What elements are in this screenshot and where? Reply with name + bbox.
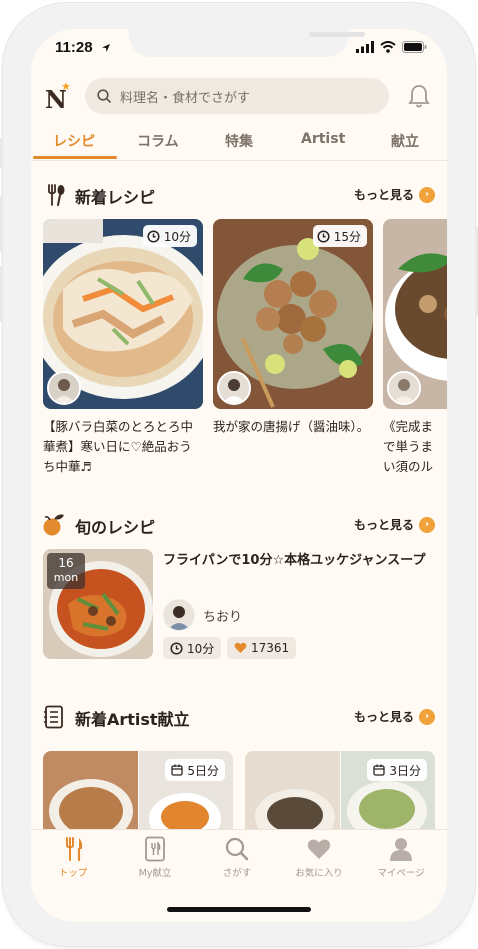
tab-feature[interactable]: 特集 bbox=[225, 131, 253, 151]
artist-menu-card[interactable]: 3日分 bbox=[245, 751, 435, 841]
clock-icon bbox=[170, 641, 183, 655]
recipe-card[interactable]: 15分 我が家の唐揚げ（醤油味）。 bbox=[213, 219, 373, 477]
search-placeholder: 料理名・食材でさがす bbox=[120, 90, 251, 106]
nav-my-menu[interactable]: My献立 bbox=[115, 836, 195, 879]
chevron-right-icon: › bbox=[419, 708, 435, 725]
app-screen: 11:28 N ★ 料理名・食材でさがす レシピ コラム 特集 Artist 献… bbox=[31, 29, 447, 922]
chevron-right-icon: › bbox=[419, 186, 435, 203]
section-title: 新着レシピ bbox=[75, 188, 156, 207]
clock-icon bbox=[147, 229, 160, 243]
author-avatar bbox=[163, 599, 195, 631]
more-label: もっと見る bbox=[353, 710, 414, 724]
recipe-card[interactable]: 《完成まで単うまい須のルー bbox=[383, 219, 447, 477]
artist-menus-header: 新着Artist献立 もっと見る › bbox=[41, 703, 437, 731]
person-icon bbox=[390, 838, 412, 861]
date-tag: 16 mon bbox=[47, 553, 85, 589]
category-tabs: レシピ コラム 特集 Artist 献立 bbox=[31, 125, 447, 161]
time-label: 15分 bbox=[333, 229, 361, 244]
location-arrow-icon bbox=[102, 44, 110, 52]
nav-search[interactable]: さがす bbox=[197, 836, 277, 879]
active-tab-indicator bbox=[33, 156, 117, 159]
days-badge: 5日分 bbox=[165, 759, 225, 781]
seasonal-header: 旬のレシピ もっと見る › bbox=[41, 511, 437, 539]
tab-column[interactable]: コラム bbox=[137, 131, 179, 151]
days-label: 3日分 bbox=[389, 763, 421, 778]
wifi-icon bbox=[380, 41, 396, 53]
nav-label: お気に入り bbox=[295, 868, 343, 879]
clock-icon bbox=[317, 229, 330, 243]
recipe-title: 《完成まで単うまい須のルー bbox=[383, 419, 434, 474]
section-title: 新着Artist献立 bbox=[75, 710, 190, 729]
search-bar[interactable]: 料理名・食材でさがす bbox=[85, 78, 389, 114]
author-name: ちおり bbox=[203, 609, 243, 625]
app-header: N ★ 料理名・食材でさがす bbox=[31, 77, 447, 117]
recipe-photo: 10分 bbox=[43, 219, 203, 409]
menu-book-icon bbox=[145, 836, 165, 862]
tab-menu[interactable]: 献立 bbox=[391, 131, 419, 151]
author-avatar bbox=[217, 371, 251, 405]
more-label: もっと見る bbox=[353, 518, 414, 532]
fork-knife-icon bbox=[66, 837, 83, 862]
nav-label: マイページ bbox=[377, 868, 425, 879]
recipe-photo bbox=[383, 219, 447, 409]
battery-icon bbox=[402, 41, 427, 53]
recipe-author[interactable]: ちおり bbox=[163, 599, 242, 631]
home-indicator bbox=[167, 907, 311, 912]
vegetable-icon bbox=[43, 514, 64, 536]
author-avatar bbox=[387, 371, 421, 405]
nav-mypage[interactable]: マイページ bbox=[361, 836, 441, 879]
bell-icon[interactable] bbox=[407, 83, 431, 109]
seasonal-more-link[interactable]: もっと見る › bbox=[354, 516, 435, 533]
calendar-icon bbox=[373, 764, 386, 776]
likes-chip: 17361 bbox=[227, 637, 297, 659]
nav-label: トップ bbox=[58, 868, 88, 879]
recipe-card[interactable]: 10分 【豚バラ白菜のとろとろ中華煮】寒い日に♡絶品おうち中華♬ bbox=[43, 219, 203, 477]
signal-icon bbox=[356, 41, 374, 53]
heart-icon bbox=[307, 839, 331, 859]
time-chip: 10分 bbox=[163, 637, 222, 659]
heart-icon bbox=[234, 642, 247, 653]
more-label: もっと見る bbox=[353, 188, 414, 202]
seasonal-recipe[interactable]: 16 mon フライパンで10分☆本格ユッケジャンスープ ちおり 10分 173… bbox=[43, 549, 447, 659]
recipe-title: 【豚バラ白菜のとろとろ中華煮】寒い日に♡絶品おうち中華♬ bbox=[43, 419, 194, 474]
time-label: 10分 bbox=[163, 229, 191, 244]
nav-top[interactable]: トップ bbox=[33, 836, 113, 879]
time-badge: 15分 bbox=[312, 225, 367, 247]
fork-spoon-icon bbox=[48, 184, 65, 206]
recipe-photo: 15分 bbox=[213, 219, 373, 409]
status-bar: 11:28 bbox=[31, 37, 447, 61]
tab-artist[interactable]: Artist bbox=[301, 131, 345, 147]
date-day: 16 bbox=[58, 556, 74, 570]
status-time: 11:28 bbox=[55, 39, 93, 56]
section-title: 旬のレシピ bbox=[75, 518, 156, 537]
calendar-icon bbox=[171, 764, 184, 776]
phone-side-button bbox=[0, 266, 3, 322]
nav-label: My献立 bbox=[138, 868, 172, 879]
time-label: 10分 bbox=[187, 641, 215, 656]
date-weekday: mon bbox=[53, 571, 79, 584]
chevron-right-icon: › bbox=[419, 516, 435, 533]
notebook-icon bbox=[44, 705, 63, 729]
search-icon bbox=[225, 837, 249, 861]
status-icons bbox=[356, 41, 427, 53]
likes-count: 17361 bbox=[251, 641, 290, 655]
tab-recipe[interactable]: レシピ bbox=[53, 131, 95, 151]
days-label: 5日分 bbox=[187, 763, 219, 778]
phone-side-button bbox=[0, 196, 3, 252]
new-recipes-header: 新着レシピ もっと見る › bbox=[41, 181, 437, 209]
recipe-title: フライパンで10分☆本格ユッケジャンスープ bbox=[163, 553, 426, 568]
time-badge: 10分 bbox=[142, 225, 197, 247]
phone-side-button bbox=[0, 138, 3, 168]
nav-favorites[interactable]: お気に入り bbox=[279, 836, 359, 879]
search-icon bbox=[97, 88, 112, 103]
recipe-title: 我が家の唐揚げ（醤油味）。 bbox=[213, 419, 370, 434]
logo-star-icon: ★ bbox=[61, 80, 71, 93]
new-recipes-more-link[interactable]: もっと見る › bbox=[354, 186, 435, 203]
nav-label: さがす bbox=[222, 868, 252, 879]
days-badge: 3日分 bbox=[367, 759, 427, 781]
artist-menus-more-link[interactable]: もっと見る › bbox=[354, 708, 435, 725]
recipe-photo: 16 mon bbox=[43, 549, 153, 659]
author-avatar bbox=[47, 371, 81, 405]
artist-menu-card[interactable]: 5日分 bbox=[43, 751, 233, 841]
